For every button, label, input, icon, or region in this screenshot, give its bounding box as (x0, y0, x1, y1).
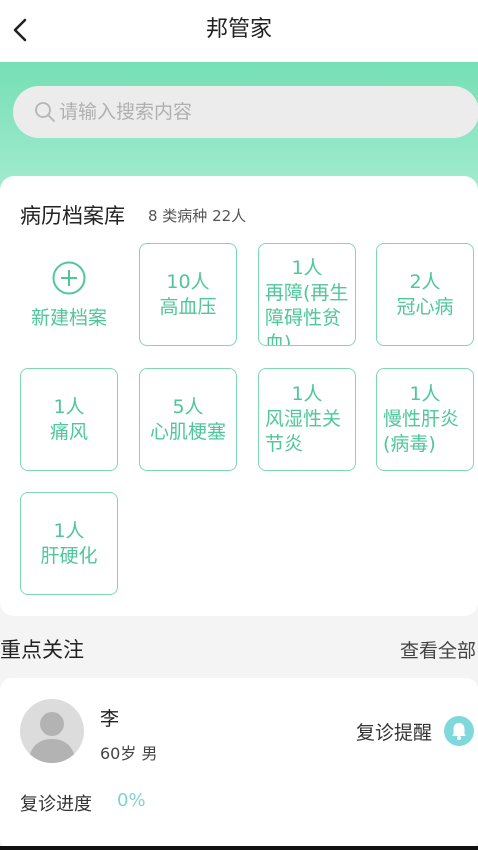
tile-name: 慢性肝炎(病毒) (383, 408, 460, 455)
nav-bar: 邦管家 (0, 0, 478, 62)
revisit-reminder-label[interactable]: 复诊提醒 (356, 718, 432, 745)
tile-name: 风湿性关节炎 (265, 408, 342, 455)
patient-card[interactable]: 李 60岁 男 复诊提醒 复诊进度 0% (0, 678, 478, 850)
records-title: 病历档案库 (20, 204, 125, 228)
disease-tile-cirrhosis[interactable]: 1人 肝硬化 (20, 492, 118, 595)
view-all-link[interactable]: 查看全部 (400, 636, 476, 663)
bell-icon[interactable] (444, 716, 474, 746)
search-input[interactable]: 请输入搜索内容 (13, 86, 478, 138)
tile-count: 2人 (409, 270, 441, 293)
tile-name: 再障(再生障碍性贫血) (265, 282, 349, 346)
focus-title: 重点关注 (0, 638, 84, 662)
new-record-button[interactable]: 新建档案 (20, 244, 118, 347)
page-title: 邦管家 (205, 17, 272, 42)
tile-count: 1人 (291, 383, 323, 405)
patient-name: 李 (100, 708, 120, 730)
search-placeholder: 请输入搜索内容 (59, 101, 193, 123)
tile-name: 冠心病 (396, 295, 454, 318)
system-bottom-bar (0, 846, 478, 850)
tile-name: 痛风 (49, 420, 88, 443)
records-card: 病历档案库 8 类病种 22人 新建档案 10人 高血压 1人 再障(再生障碍性… (0, 176, 478, 616)
tile-name: 肝硬化 (40, 544, 98, 567)
tile-count: 1人 (409, 383, 441, 405)
tile-count: 5人 (172, 395, 204, 418)
disease-tile-coronary[interactable]: 2人 冠心病 (376, 243, 474, 346)
disease-tile-aplastic-anemia[interactable]: 1人 再障(再生障碍性贫血) (258, 243, 356, 346)
disease-tile-myocardial[interactable]: 5人 心肌梗塞 (139, 368, 237, 471)
disease-tile-hypertension[interactable]: 10人 高血压 (139, 243, 237, 346)
tile-name: 心肌梗塞 (149, 420, 226, 443)
tile-count: 1人 (291, 257, 323, 279)
plus-circle-icon (52, 261, 86, 295)
progress-value: 0% (117, 790, 146, 811)
progress-label: 复诊进度 (20, 794, 92, 815)
user-silhouette-icon (28, 712, 76, 763)
tile-count: 10人 (166, 270, 210, 293)
search-icon (35, 102, 55, 122)
disease-tile-hepatitis[interactable]: 1人 慢性肝炎(病毒) (376, 368, 474, 471)
avatar (20, 699, 84, 763)
tile-count: 1人 (53, 519, 85, 542)
records-summary: 8 类病种 22人 (148, 207, 247, 225)
tile-name: 高血压 (159, 295, 217, 318)
new-record-label: 新建档案 (30, 307, 107, 329)
tile-count: 1人 (53, 395, 85, 418)
patient-info: 60岁 男 (100, 744, 158, 763)
disease-tile-gout[interactable]: 1人 痛风 (20, 368, 118, 471)
disease-tile-arthritis[interactable]: 1人 风湿性关节炎 (258, 368, 356, 471)
